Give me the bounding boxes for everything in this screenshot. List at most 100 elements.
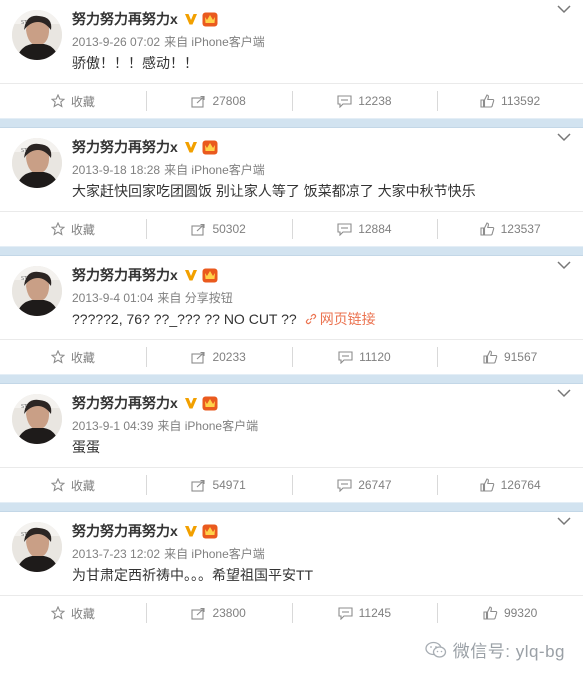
like-button[interactable]: 91567 — [437, 347, 583, 367]
repost-count: 27808 — [212, 94, 246, 108]
repost-icon — [191, 607, 205, 620]
like-count: 91567 — [503, 350, 538, 364]
web-link[interactable]: 网页链接 — [305, 311, 376, 327]
comment-count: 11120 — [359, 350, 391, 364]
verified-icon — [184, 398, 197, 409]
comment-icon — [338, 350, 353, 364]
comment-icon — [337, 94, 352, 108]
post-text: 为甘肃定西祈祷中。。。希望祖国平安TT — [72, 565, 313, 585]
weibo-post: ST 努力努力再努力x 2013-9-26 07:02 来自 iPhone客户端 … — [0, 0, 583, 118]
star-icon — [50, 94, 65, 108]
post-source: 来自 iPhone客户端 — [164, 163, 265, 177]
svg-text:ST: ST — [21, 532, 28, 538]
comment-button[interactable]: 11120 — [291, 347, 438, 367]
favorite-label: 收藏 — [70, 606, 95, 621]
chevron-down-icon[interactable] — [557, 516, 571, 526]
username[interactable]: 努力努力再努力x — [72, 265, 178, 285]
post-actions: 收藏 20233 11120 91567 — [0, 339, 583, 374]
weibo-post: ST 努力努力再努力x 2013-9-4 01:04 来自 分享按钮 ?????2… — [0, 256, 583, 374]
svg-text:ST: ST — [21, 148, 28, 154]
verified-icon — [184, 526, 197, 537]
vip-member-icon — [202, 396, 218, 410]
post-text: 蛋蛋 — [72, 437, 100, 457]
like-count: 123537 — [500, 222, 541, 236]
avatar[interactable]: ST — [12, 138, 62, 188]
favorite-label: 收藏 — [70, 478, 95, 493]
star-icon — [50, 222, 65, 236]
repost-button[interactable]: 20233 — [145, 347, 292, 367]
comment-button[interactable]: 12238 — [291, 91, 438, 111]
comment-icon — [338, 606, 353, 620]
vip-member-icon — [202, 268, 218, 282]
post-separator — [0, 374, 583, 384]
post-actions: 收藏 27808 12238 113592 — [0, 83, 583, 118]
repost-button[interactable]: 27808 — [145, 91, 292, 111]
repost-button[interactable]: 54971 — [145, 475, 292, 495]
like-count: 113592 — [501, 94, 541, 108]
favorite-button[interactable]: 收藏 — [0, 219, 146, 239]
star-icon — [50, 350, 65, 364]
chevron-down-icon[interactable] — [557, 4, 571, 14]
favorite-button[interactable]: 收藏 — [0, 475, 146, 495]
post-meta: 2013-9-1 04:39 来自 iPhone客户端 — [72, 417, 258, 434]
weibo-post: ST 努力努力再努力x 2013-7-23 12:02 来自 iPhone客户端 … — [0, 512, 583, 630]
star-icon — [50, 478, 65, 492]
post-text: 骄傲！！！感动！！ — [72, 53, 198, 73]
favorite-button[interactable]: 收藏 — [0, 347, 146, 367]
verified-icon — [184, 270, 197, 281]
wechat-watermark: 微信号: ylq-bg — [425, 637, 565, 662]
repost-count: 50302 — [212, 222, 246, 236]
post-source: 来自 iPhone客户端 — [164, 547, 265, 561]
comment-button[interactable]: 11245 — [291, 603, 438, 623]
post-time[interactable]: 2013-9-4 01:04 — [72, 291, 153, 305]
star-icon — [50, 606, 65, 620]
wechat-icon — [425, 641, 446, 658]
comment-button[interactable]: 12884 — [291, 219, 438, 239]
favorite-button[interactable]: 收藏 — [0, 603, 146, 623]
vip-member-icon — [202, 524, 218, 538]
thumbs-up-icon — [480, 94, 495, 108]
username[interactable]: 努力努力再努力x — [72, 521, 178, 541]
username[interactable]: 努力努力再努力x — [72, 137, 178, 157]
post-time[interactable]: 2013-9-1 04:39 — [72, 419, 153, 433]
post-actions: 收藏 50302 12884 123537 — [0, 211, 583, 246]
like-count: 99320 — [503, 606, 538, 620]
favorite-label: 收藏 — [70, 94, 95, 109]
favorite-button[interactable]: 收藏 — [0, 91, 146, 111]
thumbs-up-icon — [480, 222, 494, 236]
post-text: ?????2, 76? ??_??? ?? NO CUT ?? 网页链接 — [72, 309, 376, 329]
post-time[interactable]: 2013-7-23 12:02 — [72, 547, 160, 561]
chevron-down-icon[interactable] — [557, 132, 571, 142]
like-button[interactable]: 99320 — [437, 603, 583, 623]
avatar[interactable]: ST — [12, 394, 62, 444]
avatar[interactable]: ST — [12, 10, 62, 60]
thumbs-up-icon — [483, 350, 498, 364]
username[interactable]: 努力努力再努力x — [72, 9, 178, 29]
avatar[interactable]: ST — [12, 522, 62, 572]
weibo-post: ST 努力努力再努力x 2013-9-1 04:39 来自 iPhone客户端 蛋… — [0, 384, 583, 502]
post-time[interactable]: 2013-9-26 07:02 — [72, 35, 160, 49]
comment-count: 11245 — [358, 606, 392, 620]
thumbs-up-icon — [480, 478, 494, 492]
repost-icon — [191, 479, 205, 492]
comment-count: 12884 — [358, 222, 392, 236]
repost-button[interactable]: 50302 — [145, 219, 292, 239]
like-button[interactable]: 113592 — [437, 91, 583, 111]
like-button[interactable]: 123537 — [437, 219, 583, 239]
chevron-down-icon[interactable] — [557, 260, 571, 270]
comment-button[interactable]: 26747 — [291, 475, 438, 495]
comment-count: 12238 — [358, 94, 392, 108]
username[interactable]: 努力努力再努力x — [72, 393, 178, 413]
repost-icon — [191, 95, 205, 108]
avatar[interactable]: ST — [12, 266, 62, 316]
post-time[interactable]: 2013-9-18 18:28 — [72, 163, 160, 177]
weibo-feed: ST 努力努力再努力x 2013-9-26 07:02 来自 iPhone客户端 … — [0, 0, 583, 630]
repost-button[interactable]: 23800 — [145, 603, 292, 623]
post-content: 为甘肃定西祈祷中。。。希望祖国平安TT — [72, 567, 314, 583]
like-button[interactable]: 126764 — [437, 475, 583, 495]
post-actions: 收藏 54971 26747 126764 — [0, 467, 583, 502]
repost-count: 23800 — [212, 606, 246, 620]
chevron-down-icon[interactable] — [557, 388, 571, 398]
post-text: 大家赶快回家吃团圆饭 别让家人等了 饭菜都凉了 大家中秋节快乐 — [72, 181, 476, 201]
like-count: 126764 — [500, 478, 541, 492]
